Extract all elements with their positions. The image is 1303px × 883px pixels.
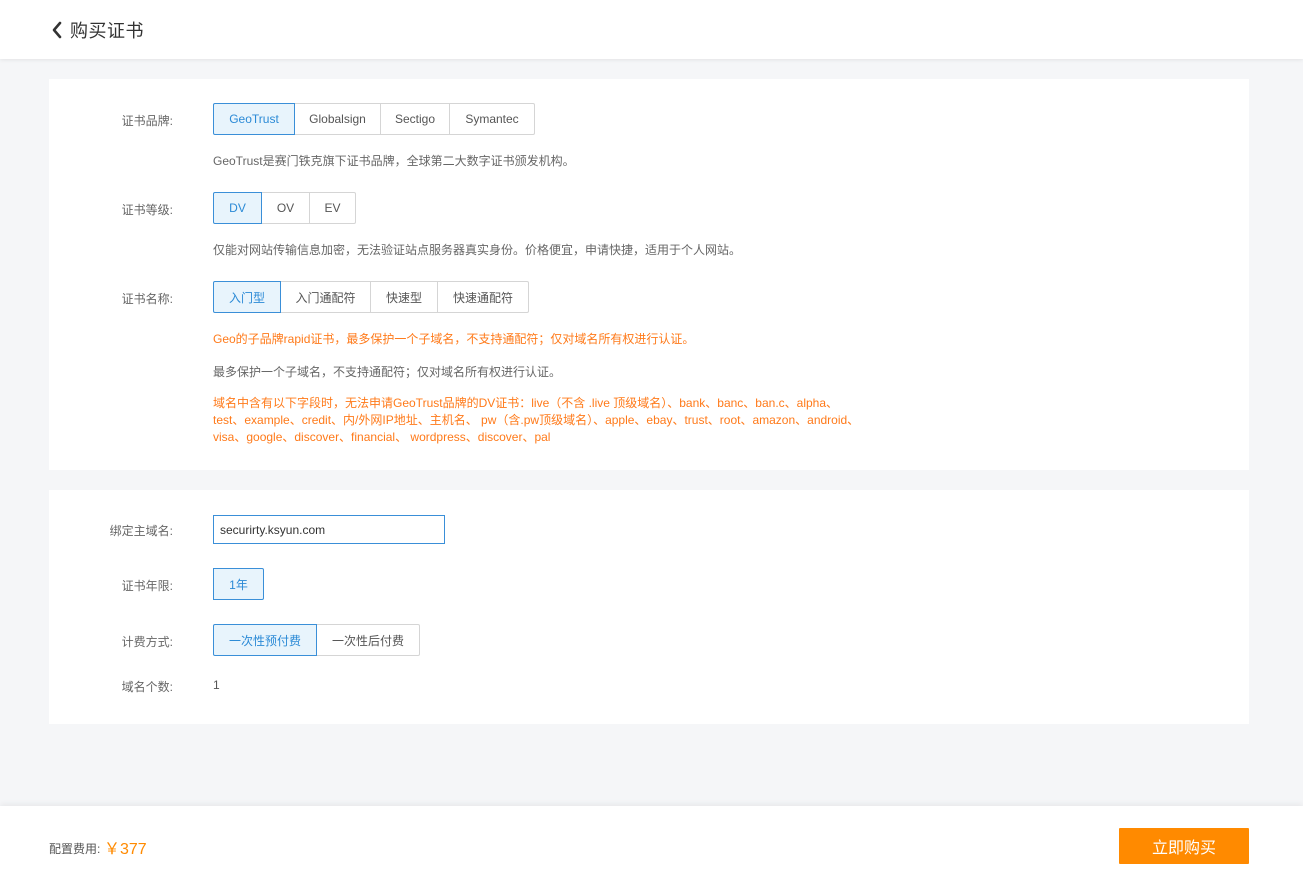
page-header: 购买证书 bbox=[0, 0, 1303, 59]
page-title: 购买证书 bbox=[70, 20, 144, 41]
years-selector: 1年 bbox=[213, 568, 264, 600]
domain-count-value: 1 bbox=[213, 678, 220, 692]
chevron-left-icon bbox=[50, 20, 64, 40]
cert-name-option-fast[interactable]: 快速型 bbox=[370, 281, 438, 313]
years-label: 证书年限: bbox=[121, 579, 173, 593]
back-button[interactable]: 购买证书 bbox=[50, 17, 144, 43]
footer-bar: 配置费用: ￥377 立即购买 bbox=[0, 806, 1303, 883]
brand-selector: GeoTrust Globalsign Sectigo Symantec bbox=[213, 103, 535, 135]
brand-option-sectigo[interactable]: Sectigo bbox=[380, 103, 450, 135]
cert-name-label: 证书名称: bbox=[121, 292, 173, 306]
billing-selector: 一次性预付费 一次性后付费 bbox=[213, 624, 420, 656]
domain-label: 绑定主域名: bbox=[109, 524, 173, 538]
domain-input[interactable] bbox=[213, 515, 445, 544]
warning-line: visa、google、discover、financial、 wordpres… bbox=[213, 430, 551, 444]
fee-label: 配置费用: bbox=[49, 842, 101, 856]
fee-value: ￥377 bbox=[104, 841, 147, 858]
domain-restriction-warning: 域名中含有以下字段时，无法申请GeoTrust品牌的DV证书：live（不含 .… bbox=[213, 395, 859, 446]
brand-option-geotrust[interactable]: GeoTrust bbox=[213, 103, 295, 135]
cert-name-option-entry[interactable]: 入门型 bbox=[213, 281, 281, 313]
brand-label: 证书品牌: bbox=[121, 114, 173, 128]
level-description: 仅能对网站传输信息加密，无法验证站点服务器真实身份。价格便宜，申请快捷，适用于个… bbox=[213, 243, 742, 257]
billing-option-postpaid[interactable]: 一次性后付费 bbox=[316, 624, 420, 656]
cert-name-option-fast-wildcard[interactable]: 快速通配符 bbox=[437, 281, 529, 313]
order-details-card: 绑定主域名: 证书年限: 1年 计费方式: 一次性预付费 一次性后付费 域名个数… bbox=[49, 490, 1249, 724]
billing-label: 计费方式: bbox=[121, 635, 173, 649]
level-label: 证书等级: bbox=[121, 203, 173, 217]
level-selector: DV OV EV bbox=[213, 192, 356, 224]
cert-name-description-highlight: Geo的子品牌rapid证书，最多保护一个子域名，不支持通配符；仅对域名所有权进… bbox=[213, 332, 695, 346]
level-option-ov[interactable]: OV bbox=[261, 192, 310, 224]
level-option-dv[interactable]: DV bbox=[213, 192, 262, 224]
cert-name-selector: 入门型 入门通配符 快速型 快速通配符 bbox=[213, 281, 529, 313]
warning-line: test、example、credit、内/外网IP地址、主机名、 pw（含.p… bbox=[213, 413, 860, 427]
brand-description: GeoTrust是赛门铁克旗下证书品牌，全球第二大数字证书颁发机构。 bbox=[213, 154, 575, 168]
warning-line: 域名中含有以下字段时，无法申请GeoTrust品牌的DV证书：live（不含 .… bbox=[213, 396, 839, 410]
level-option-ev[interactable]: EV bbox=[309, 192, 356, 224]
years-option-1[interactable]: 1年 bbox=[213, 568, 264, 600]
buy-now-button[interactable]: 立即购买 bbox=[1119, 828, 1249, 864]
brand-option-globalsign[interactable]: Globalsign bbox=[294, 103, 381, 135]
billing-option-prepaid[interactable]: 一次性预付费 bbox=[213, 624, 317, 656]
cert-name-option-entry-wildcard[interactable]: 入门通配符 bbox=[280, 281, 371, 313]
domain-count-label: 域名个数: bbox=[121, 680, 173, 694]
certificate-options-card: 证书品牌: GeoTrust Globalsign Sectigo Symant… bbox=[49, 79, 1249, 470]
cert-name-description: 最多保护一个子域名，不支持通配符；仅对域名所有权进行认证。 bbox=[213, 365, 562, 379]
brand-option-symantec[interactable]: Symantec bbox=[449, 103, 535, 135]
